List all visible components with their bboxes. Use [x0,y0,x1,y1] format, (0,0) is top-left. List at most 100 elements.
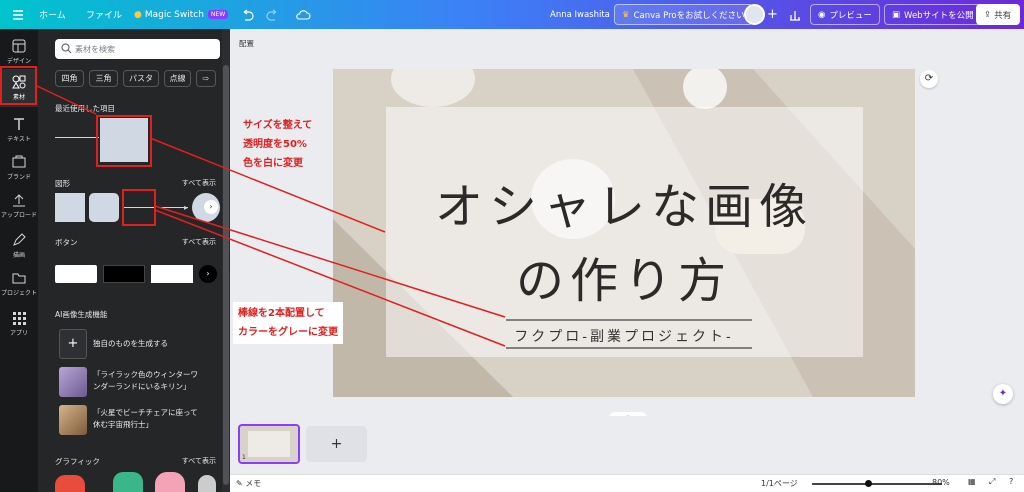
zoom-level[interactable]: 80% [932,478,950,487]
shapes-see-all[interactable]: すべて表示 [182,178,216,188]
ai-sample-astronaut[interactable]: 「火星でビーチチェアに座って 休む宇宙飛行士」 [55,405,225,435]
help-icon[interactable]: ? [1009,477,1013,486]
layout-icon [12,39,26,53]
design-canvas[interactable]: オシャレな画像 の作り方 フクプロ-副業プロジェクト- [333,69,915,397]
scroll-right-icon[interactable]: › [199,265,217,283]
rail-item-upload[interactable]: アップロード [0,187,38,225]
thumbnail-overlay [248,431,290,457]
redo-icon[interactable] [266,0,280,29]
ai-generate-row[interactable]: + 独自のものを生成する [55,329,225,359]
recent-line[interactable] [55,137,99,138]
publish-website-button[interactable]: ▣ Webサイトを公開 [884,4,982,25]
brand-icon [12,155,26,168]
chip-pasta[interactable]: パスタ [123,70,159,87]
bottom-area: 1 + ✎ メモ 1/1ページ 80% ▦ ⤢ ? [230,416,1024,492]
magic-switch-button[interactable]: ● Magic Switch NEW [134,0,229,29]
share-button[interactable]: ⇪ 共有 [976,4,1020,25]
magic-switch-label: Magic Switch [144,9,204,20]
add-page-button[interactable]: + [306,426,367,462]
highlight-elements-rail [0,66,37,105]
title-line-1[interactable]: オシャレな画像 [333,167,915,237]
rail-item-projects[interactable]: プロジェクト [0,265,38,303]
folder-icon [12,273,26,284]
rail-item-apps[interactable]: アプリ [0,305,38,343]
menu-file[interactable]: ファイル [86,0,122,29]
upload-icon [13,194,25,207]
chip-triangle[interactable]: 三角 [89,70,118,87]
magic-assistant-icon[interactable]: ✦ [993,384,1013,404]
rail-item-draw[interactable]: 描画 [0,227,38,265]
user-name: Anna Iwashita [550,9,610,20]
buttons-title: ボタン [55,238,78,247]
ai-sample-giraffe[interactable]: 「ライラック色のウィンターワ ンダーランドにいるキリン」 [55,367,225,397]
add-collaborator-icon[interactable]: + [767,0,778,29]
canva-pro-button[interactable]: ♛ Canva Proをお試しください [614,4,753,25]
undo-icon[interactable] [240,0,254,29]
note-icon: ✎ [236,479,243,488]
rail-label: プロジェクト [0,290,37,297]
page-count: 1/1ページ [761,479,798,488]
annotation-line: サイズを整えて [243,120,313,131]
rail-label: 描画 [12,252,25,259]
graphics-see-all[interactable]: すべて表示 [182,456,216,466]
graphic-item[interactable] [113,472,143,492]
gray-line-top[interactable] [506,319,752,321]
ai-item-text: 「火星でビーチチェアに座って 休む宇宙飛行士」 [93,408,198,429]
rail-item-text[interactable]: テキスト [0,111,38,149]
analytics-icon[interactable] [789,0,801,29]
page-thumbnail[interactable]: 1 [238,424,300,464]
cloud-saved-icon[interactable] [295,0,311,29]
annotation-line: 透明度を50% [243,139,307,150]
annotation-line: カラーをグレーに変更 [238,327,338,338]
chip-arrow-icon[interactable]: ⇨ [196,70,216,87]
crown-icon: ♛ [622,9,630,20]
shape-square[interactable] [55,193,85,222]
memo-label: メモ [245,479,262,488]
ai-title: AI画像生成機能 [55,310,108,319]
share-icon: ⇪ [984,9,992,20]
highlight-recent-rectangle [96,115,152,167]
menu-home[interactable]: ホーム [39,0,66,29]
preview-button[interactable]: ◉ プレビュー [810,4,880,25]
button-style-white[interactable] [55,265,97,283]
graphic-item[interactable] [55,475,85,492]
top-bar: ホーム ファイル ● Magic Switch NEW Anna Iwashit… [0,0,1024,29]
search-input[interactable]: 素材を検索 [55,39,220,59]
text-icon [14,118,24,130]
ai-item-text: 「ライラック色のウィンターワ ンダーランドにいるキリン」 [93,370,198,391]
ai-item-text: 独自のものを生成する [93,339,168,348]
chip-dotted-line[interactable]: 点線 [164,70,191,87]
rail-label: アップロード [0,212,37,219]
fullscreen-icon[interactable]: ⤢ [989,477,995,487]
annotation-note-2: 棒線を2本配置して カラーをグレーに変更 [233,302,343,344]
gray-line-bottom[interactable] [506,347,752,349]
elements-panel: 素材を検索 四角 三角 パスタ 点線 ⇨ 最近使用した項目 図形 すべて表示 ▸… [38,29,230,492]
shape-rounded-square[interactable] [89,193,119,222]
graphic-item[interactable] [155,472,185,492]
position-label[interactable]: 配置 [239,38,254,49]
title-line-2[interactable]: の作り方 [333,241,915,311]
memo-button[interactable]: ✎ メモ [236,478,261,489]
rail-item-brand[interactable]: ブランド [0,149,38,187]
canva-pro-label: Canva Proをお試しください [633,10,745,21]
arrow-head-icon: ▸ [184,203,189,212]
chip-square[interactable]: 四角 [55,70,84,87]
hamburger-icon[interactable] [12,0,24,29]
scroll-right-icon[interactable]: › [204,200,218,214]
graphic-item[interactable] [198,475,216,492]
canva-editor: { "topbar": { "menu_icon": "hamburger-ic… [0,0,1024,492]
rail-label: アプリ [9,330,28,337]
button-style-black[interactable] [103,265,145,283]
annotation-line: 色を白に変更 [243,158,303,169]
highlight-shape-line [122,189,156,226]
subtitle[interactable]: フクプロ-副業プロジェクト- [333,326,915,346]
buttons-see-all[interactable]: すべて表示 [182,237,216,247]
zoom-slider-thumb[interactable] [865,480,872,487]
refresh-icon[interactable]: ⟳ [920,70,938,88]
zoom-slider[interactable] [812,483,942,485]
avatar[interactable] [744,4,765,25]
grid-view-icon[interactable]: ▦ [968,477,976,486]
new-badge: NEW [207,10,229,19]
scrollbar-thumb[interactable] [223,65,229,485]
button-style-outline[interactable] [151,265,193,283]
